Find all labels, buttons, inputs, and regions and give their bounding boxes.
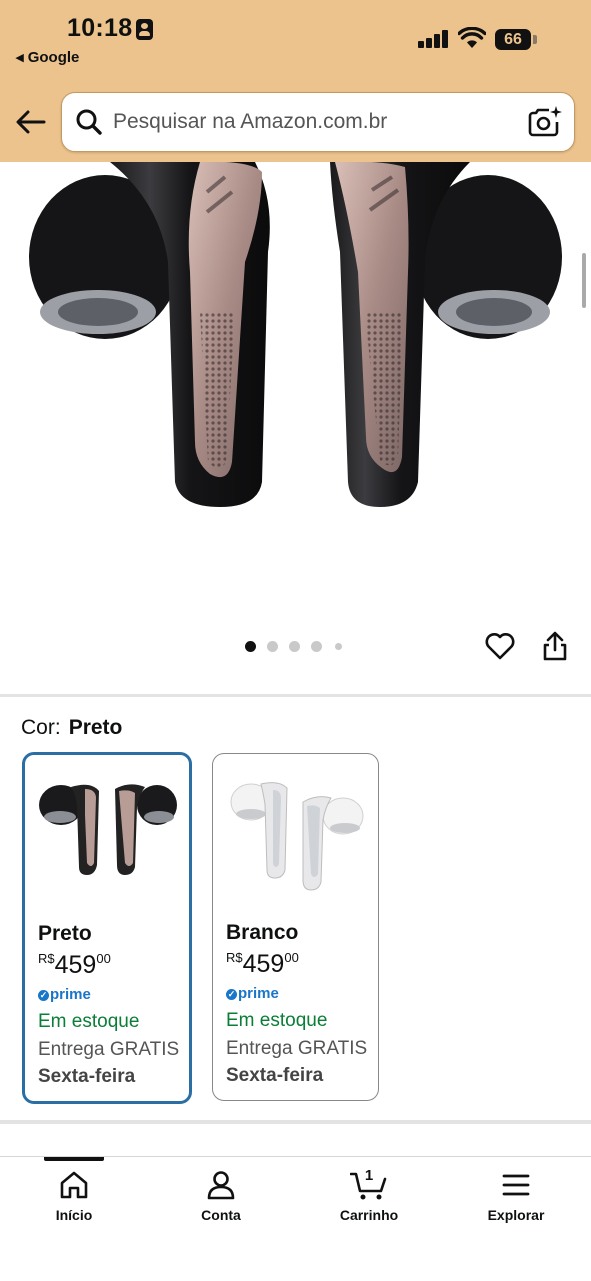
prime-badge: ✓ prime [38,986,91,1003]
variant-name: Preto [38,922,92,945]
page-scrollbar[interactable] [582,253,586,308]
product-image[interactable] [0,162,591,617]
earbuds-photo [29,162,562,507]
section-divider [0,1120,591,1124]
top-header: 10:18 ◂ Google 66 Pesquisar na Amazon.co… [0,0,591,162]
nav-account[interactable]: Conta [166,1169,276,1229]
bottom-navigation: Início Conta 1 Carrinho Explorar [0,1156,591,1281]
active-tab-indicator [44,1157,104,1161]
search-icon[interactable] [75,108,103,136]
stock-status: Em estoque [38,1011,140,1032]
search-placeholder: Pesquisar na Amazon.com.br [113,110,388,133]
share-icon[interactable] [540,630,570,662]
variant-name: Branco [226,921,299,944]
price-whole: 459 [54,951,97,979]
nav-home[interactable]: Início [19,1169,129,1229]
nav-cart-label: Carrinho [339,1207,399,1223]
back-to-app-link[interactable]: ◂ Google [16,48,79,66]
variant-price: R$45900 [38,951,111,980]
search-input[interactable]: Pesquisar na Amazon.com.br [61,92,575,152]
nav-home-label: Início [55,1207,93,1223]
battery-icon: 66 [495,29,531,50]
cellular-signal-icon [418,30,450,48]
image-pagination-dots[interactable] [245,641,345,653]
heart-icon[interactable] [484,630,516,662]
pagination-dot[interactable] [335,643,342,650]
status-time: 10:18 [67,14,133,42]
id-card-icon [136,19,153,40]
preto-earbuds-thumbnail [39,784,177,875]
back-arrow-icon[interactable] [14,108,48,136]
nav-account-label: Conta [201,1207,241,1223]
camera-search-icon[interactable] [527,104,563,140]
menu-icon [502,1174,530,1196]
pagination-dot[interactable] [311,641,322,652]
wifi-icon [458,27,486,48]
branco-earbuds-thumbnail [230,782,364,891]
price-currency: R$ [226,950,243,965]
nav-explore-label: Explorar [487,1207,545,1223]
battery-tip [533,35,537,44]
prime-check-icon: ✓ [226,989,237,1000]
prime-check-icon: ✓ [38,990,49,1001]
prime-text: prime [50,986,91,1003]
price-cents: 00 [96,951,111,966]
price-currency: R$ [38,951,55,966]
pagination-dot[interactable] [267,641,278,652]
delivery-day: Sexta-feira [38,1066,136,1087]
home-icon [60,1171,88,1199]
pagination-dot[interactable] [245,641,256,652]
price-cents: 00 [284,950,299,965]
color-label: Cor: Preto [21,716,122,740]
delivery-day: Sexta-feira [226,1065,324,1086]
color-label-text: Cor: [21,716,61,739]
prime-text: prime [238,985,279,1002]
color-option-branco[interactable]: Branco R$45900 ✓ prime Em estoque Entrega… [212,753,379,1101]
cart-count-badge: 1 [364,1167,374,1184]
shipping-info: Entrega GRATIS [38,1039,180,1060]
prime-badge: ✓ prime [226,985,279,1002]
color-option-preto[interactable]: Preto R$45900 ✓ prime Em estoque Entrega … [22,752,192,1104]
price-whole: 459 [242,950,285,978]
shipping-info: Entrega GRATIS [226,1038,368,1059]
account-icon [207,1171,235,1200]
nav-cart[interactable]: 1 Carrinho [314,1167,424,1229]
stock-status: Em estoque [226,1010,328,1031]
pagination-dot[interactable] [289,641,300,652]
section-divider [0,694,591,697]
selected-color: Preto [68,716,123,739]
nav-explore[interactable]: Explorar [461,1169,571,1229]
variant-price: R$45900 [226,950,299,979]
